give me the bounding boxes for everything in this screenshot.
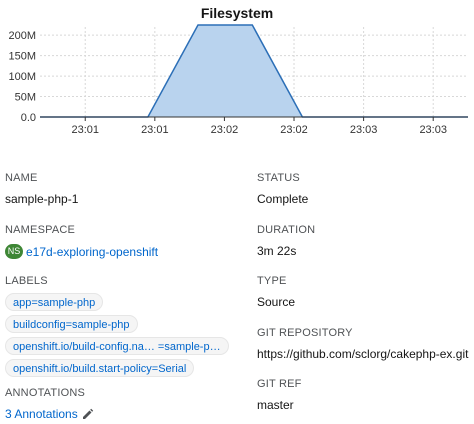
pencil-icon[interactable] <box>82 408 94 420</box>
type-label: TYPE <box>257 275 287 287</box>
y-tick-label: 100M <box>8 71 36 83</box>
filesystem-chart: Filesystem 0.0 50M 100M 150M 200M 23:01 23:01 2… <box>0 0 474 140</box>
annotations-link[interactable]: 3 Annotations <box>5 407 78 421</box>
duration-value: 3m 22s <box>257 244 297 258</box>
annotations-label: ANNOTATIONS <box>5 387 86 399</box>
x-tick-label: 23:02 <box>280 124 308 136</box>
name-label: NAME <box>5 172 38 184</box>
y-tick-label: 200M <box>8 30 36 42</box>
status-section: STATUS Complete <box>257 172 308 206</box>
namespace-badge: NS <box>5 244 23 259</box>
y-tick-label: 50M <box>15 92 36 104</box>
y-tick-label: 150M <box>8 51 36 63</box>
type-value: Source <box>257 295 296 309</box>
labels-label: LABELS <box>5 275 48 287</box>
x-tick-label: 23:01 <box>141 124 169 136</box>
git-ref-value: master <box>257 398 294 412</box>
git-repository-section: GIT REPOSITORY https://github.com/sclorg… <box>257 327 468 361</box>
x-tick-label: 23:02 <box>211 124 239 136</box>
git-ref-section: GIT REF master <box>257 378 302 412</box>
git-repository-value: https://github.com/sclorg/cakephp-ex.git <box>257 347 469 361</box>
label-chip[interactable]: app=sample-php <box>5 293 104 311</box>
git-repository-label: GIT REPOSITORY <box>257 327 353 339</box>
name-section: NAME sample-php-1 <box>5 172 78 206</box>
x-tick-label: 23:01 <box>71 124 99 136</box>
name-value: sample-php-1 <box>5 192 79 206</box>
y-tick-label: 0.0 <box>21 112 36 124</box>
status-value: Complete <box>257 192 309 206</box>
git-ref-label: GIT REF <box>257 378 302 390</box>
label-chip[interactable]: buildconfig=sample-php <box>5 315 138 333</box>
label-chip[interactable]: openshift.io/build.start-policy=Serial <box>5 359 195 377</box>
label-chip[interactable]: openshift.io/build-config.na… =sample-p… <box>5 337 229 355</box>
status-label: STATUS <box>257 172 300 184</box>
x-tick-label: 23:03 <box>419 124 447 136</box>
type-section: TYPE Source <box>257 275 295 309</box>
duration-section: DURATION 3m 22s <box>257 224 315 258</box>
namespace-section: NAMESPACE NS e17d-exploring-openshift <box>5 224 158 259</box>
annotations-section: ANNOTATIONS 3 Annotations <box>5 387 94 421</box>
namespace-link[interactable]: e17d-exploring-openshift <box>26 245 158 259</box>
namespace-label: NAMESPACE <box>5 224 76 236</box>
series-area <box>40 25 468 117</box>
x-tick-label: 23:03 <box>350 124 378 136</box>
chart-svg: 0.0 50M 100M 150M 200M 23:01 23:01 23:02 23:02 23… <box>8 24 468 136</box>
labels-section: LABELS app=sample-php buildconfig=sample… <box>5 275 229 381</box>
duration-label: DURATION <box>257 224 316 236</box>
